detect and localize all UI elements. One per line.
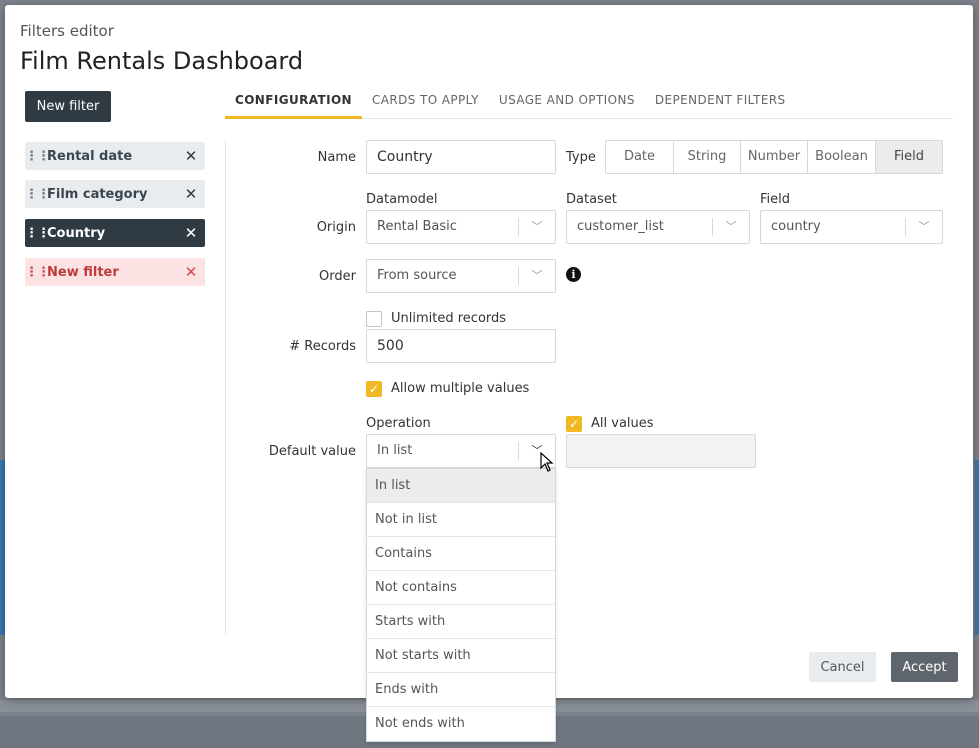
filter-item-new-filter[interactable]: ⋮⋮ New filter ✕ [25, 258, 205, 286]
unlimited-records-checkbox[interactable] [366, 311, 382, 327]
dropdown-option[interactable]: Not ends with [367, 707, 555, 741]
operation-label: Operation [366, 416, 431, 431]
new-filter-button[interactable]: New filter [25, 91, 111, 122]
drag-handle-icon[interactable]: ⋮⋮ [25, 149, 50, 164]
type-label: Type [566, 150, 596, 165]
datamodel-label: Datamodel [366, 192, 438, 207]
type-option-field[interactable]: Field [876, 141, 942, 173]
tab-cards-to-apply[interactable]: CARDS TO APPLY [362, 89, 489, 119]
operation-value: In list [377, 443, 413, 458]
origin-label: Origin [316, 220, 356, 235]
filter-item-film-category[interactable]: ⋮⋮ Film category ✕ [25, 180, 205, 208]
chevron-down-icon[interactable]: ﹀ [527, 211, 547, 243]
tab-dependent-filters[interactable]: DEPENDENT FILTERS [645, 89, 796, 119]
remove-filter-icon[interactable]: ✕ [177, 263, 205, 281]
remove-filter-icon[interactable]: ✕ [177, 147, 205, 165]
dropdown-option[interactable]: Not in list [367, 503, 555, 537]
dropdown-option[interactable]: Ends with [367, 673, 555, 707]
filter-item-label: Country [47, 225, 106, 241]
type-option-string[interactable]: String [674, 141, 741, 173]
allow-multiple-checkbox[interactable]: ✓ [366, 381, 382, 397]
operation-select[interactable]: In list ﹀ [366, 434, 556, 468]
dataset-label: Dataset [566, 192, 617, 207]
tab-usage-and-options[interactable]: USAGE AND OPTIONS [489, 89, 645, 119]
type-option-number[interactable]: Number [741, 141, 808, 173]
default-value-label: Default value [268, 444, 356, 459]
tab-bar: CONFIGURATION CARDS TO APPLY USAGE AND O… [225, 89, 953, 119]
modal-title: Film Rentals Dashboard [20, 47, 304, 75]
modal-subtitle: Filters editor [20, 22, 114, 40]
drag-handle-icon[interactable]: ⋮⋮ [25, 265, 50, 280]
accept-button[interactable]: Accept [891, 652, 958, 682]
order-select[interactable]: From source ﹀ [366, 259, 556, 293]
type-option-boolean[interactable]: Boolean [808, 141, 876, 173]
drag-handle-icon[interactable]: ⋮⋮ [25, 187, 50, 202]
dropdown-option[interactable]: Not contains [367, 571, 555, 605]
cancel-button[interactable]: Cancel [809, 652, 876, 682]
allow-multiple-label: Allow multiple values [391, 381, 530, 396]
name-label: Name [317, 150, 356, 165]
dropdown-option[interactable]: Contains [367, 537, 555, 571]
order-label: Order [319, 269, 356, 284]
type-segmented-control: Date String Number Boolean Field [605, 140, 943, 174]
chevron-down-icon[interactable]: ﹀ [527, 260, 547, 292]
chevron-down-icon[interactable]: ﹀ [721, 211, 741, 243]
info-icon[interactable]: i [566, 267, 581, 282]
records-label: # Records [289, 339, 356, 354]
select-separator [712, 218, 713, 236]
type-option-date[interactable]: Date [606, 141, 674, 173]
field-select[interactable]: country ﹀ [760, 210, 943, 244]
vertical-divider [225, 140, 226, 635]
filter-item-rental-date[interactable]: ⋮⋮ Rental date ✕ [25, 142, 205, 170]
drag-handle-icon[interactable]: ⋮⋮ [25, 226, 50, 241]
datamodel-value: Rental Basic [377, 219, 457, 234]
filter-item-label: Rental date [47, 148, 133, 164]
operation-dropdown-menu: In list Not in list Contains Not contain… [366, 468, 556, 742]
chevron-down-icon[interactable]: ﹀ [914, 211, 934, 243]
datamodel-select[interactable]: Rental Basic ﹀ [366, 210, 556, 244]
order-value: From source [377, 268, 457, 283]
all-values-checkbox[interactable]: ✓ [566, 416, 582, 432]
dropdown-option[interactable]: In list [367, 469, 555, 503]
dropdown-option[interactable]: Starts with [367, 605, 555, 639]
select-separator [905, 218, 906, 236]
filters-editor-modal: Filters editor Film Rentals Dashboard Ne… [5, 5, 973, 742]
remove-filter-icon[interactable]: ✕ [177, 185, 205, 203]
remove-filter-icon[interactable]: ✕ [177, 224, 205, 242]
select-separator [518, 218, 519, 236]
all-values-label: All values [591, 416, 654, 431]
dataset-select[interactable]: customer_list ﹀ [566, 210, 750, 244]
field-label: Field [760, 192, 791, 207]
field-value: country [771, 219, 821, 234]
filter-item-label: Film category [47, 186, 148, 202]
unlimited-records-label: Unlimited records [391, 311, 507, 326]
name-input[interactable]: Country [366, 140, 556, 174]
filter-item-country[interactable]: ⋮⋮ Country ✕ [25, 219, 205, 247]
tab-configuration[interactable]: CONFIGURATION [225, 89, 362, 119]
dataset-value: customer_list [577, 219, 664, 234]
select-separator [518, 442, 519, 460]
filter-item-label: New filter [47, 264, 119, 280]
default-value-input [566, 434, 756, 468]
dropdown-option[interactable]: Not starts with [367, 639, 555, 673]
mouse-cursor-icon [540, 452, 554, 472]
records-input[interactable]: 500 [366, 329, 556, 363]
select-separator [518, 267, 519, 285]
